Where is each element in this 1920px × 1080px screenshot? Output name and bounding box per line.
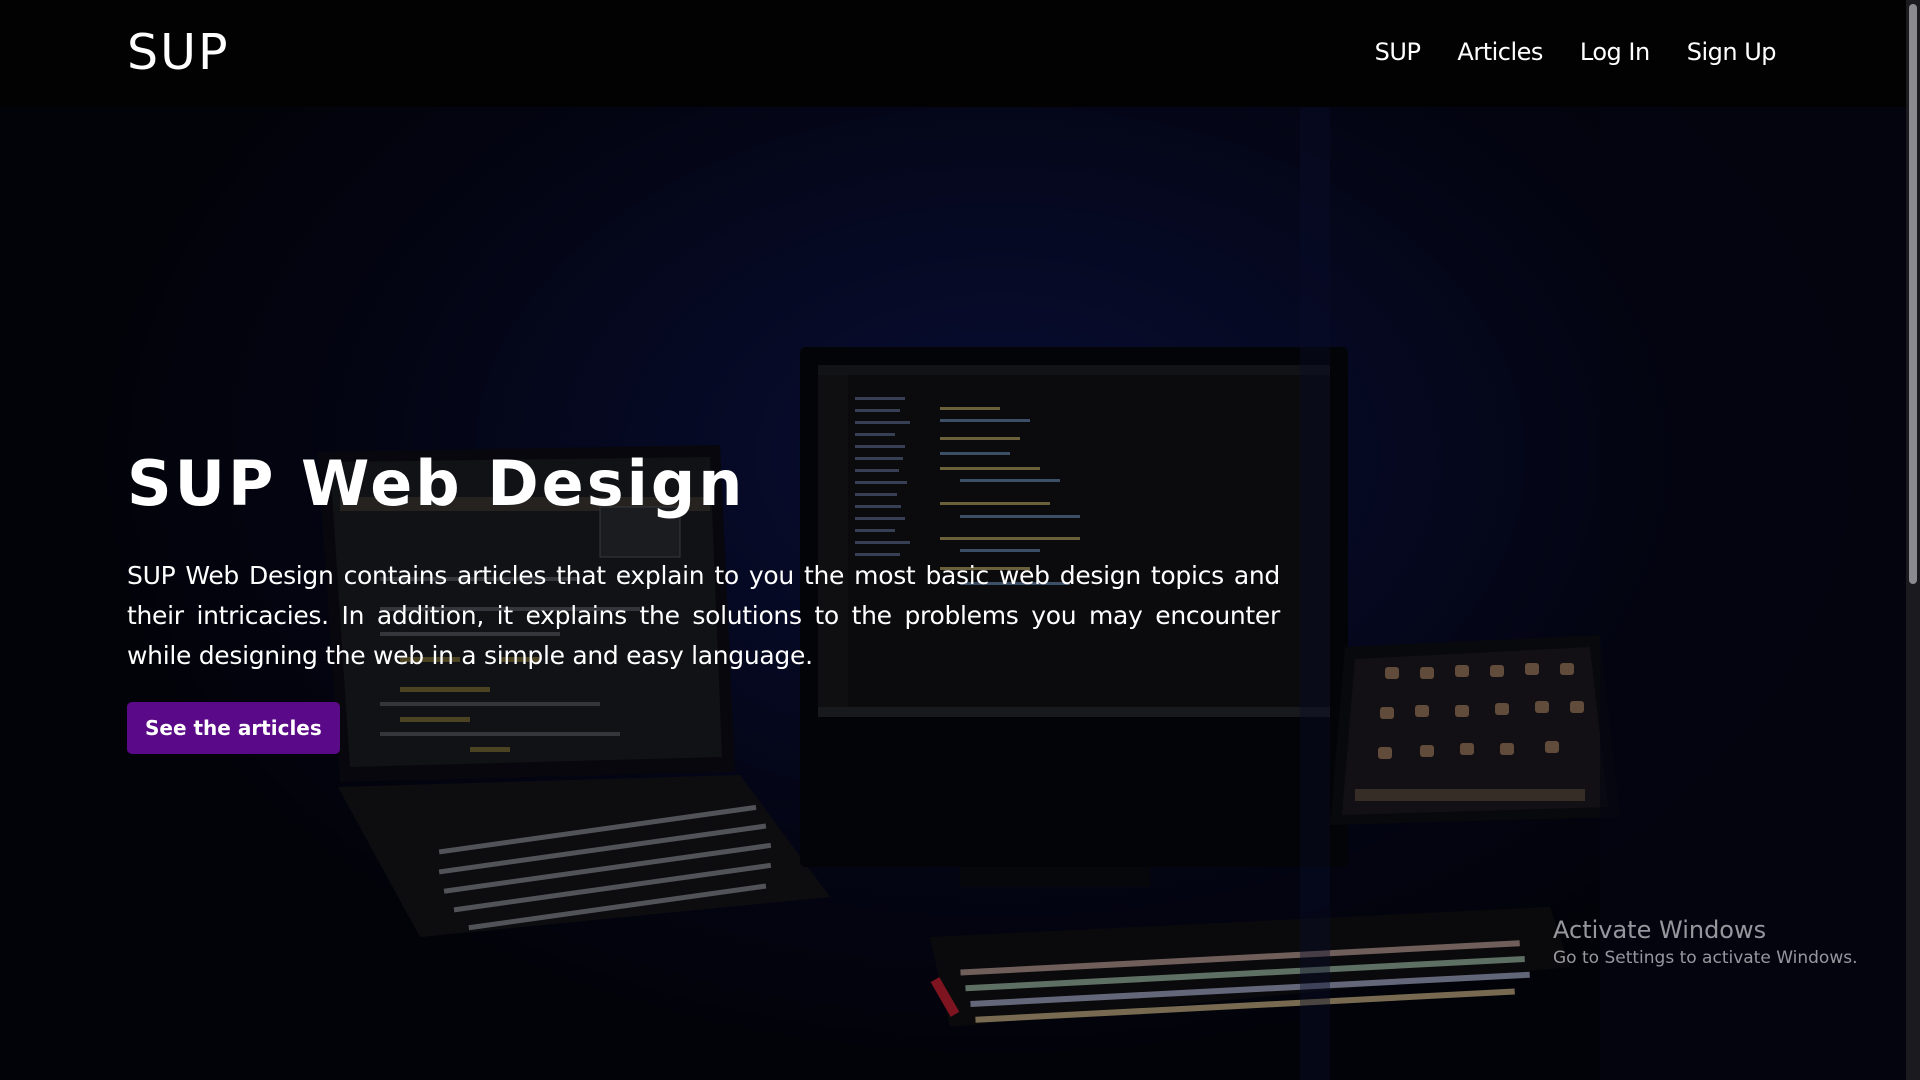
nav-link-sup[interactable]: SUP — [1375, 38, 1421, 66]
scrollbar-thumb[interactable] — [1909, 4, 1917, 584]
nav-link-login[interactable]: Log In — [1580, 38, 1650, 66]
hero-content: SUP Web Design SUP Web Design contains a… — [127, 447, 1280, 755]
navbar: SUP SUP Articles Log In Sign Up — [0, 0, 1906, 107]
vertical-scrollbar[interactable] — [1906, 0, 1920, 1080]
watermark-subtitle: Go to Settings to activate Windows. — [1553, 948, 1858, 968]
activate-windows-watermark: Activate Windows Go to Settings to activ… — [1553, 916, 1858, 968]
see-articles-button[interactable]: See the articles — [127, 702, 340, 755]
nav-link-articles[interactable]: Articles — [1457, 38, 1543, 66]
nav-links: SUP Articles Log In Sign Up — [1375, 38, 1777, 66]
hero-title: SUP Web Design — [127, 447, 746, 520]
hero-description: SUP Web Design contains articles that ex… — [127, 561, 1280, 671]
brand-logo[interactable]: SUP — [127, 24, 230, 81]
page: SUP SUP Articles Log In Sign Up SUP Web … — [0, 0, 1920, 1080]
nav-link-signup[interactable]: Sign Up — [1687, 38, 1777, 66]
watermark-title: Activate Windows — [1553, 916, 1767, 944]
